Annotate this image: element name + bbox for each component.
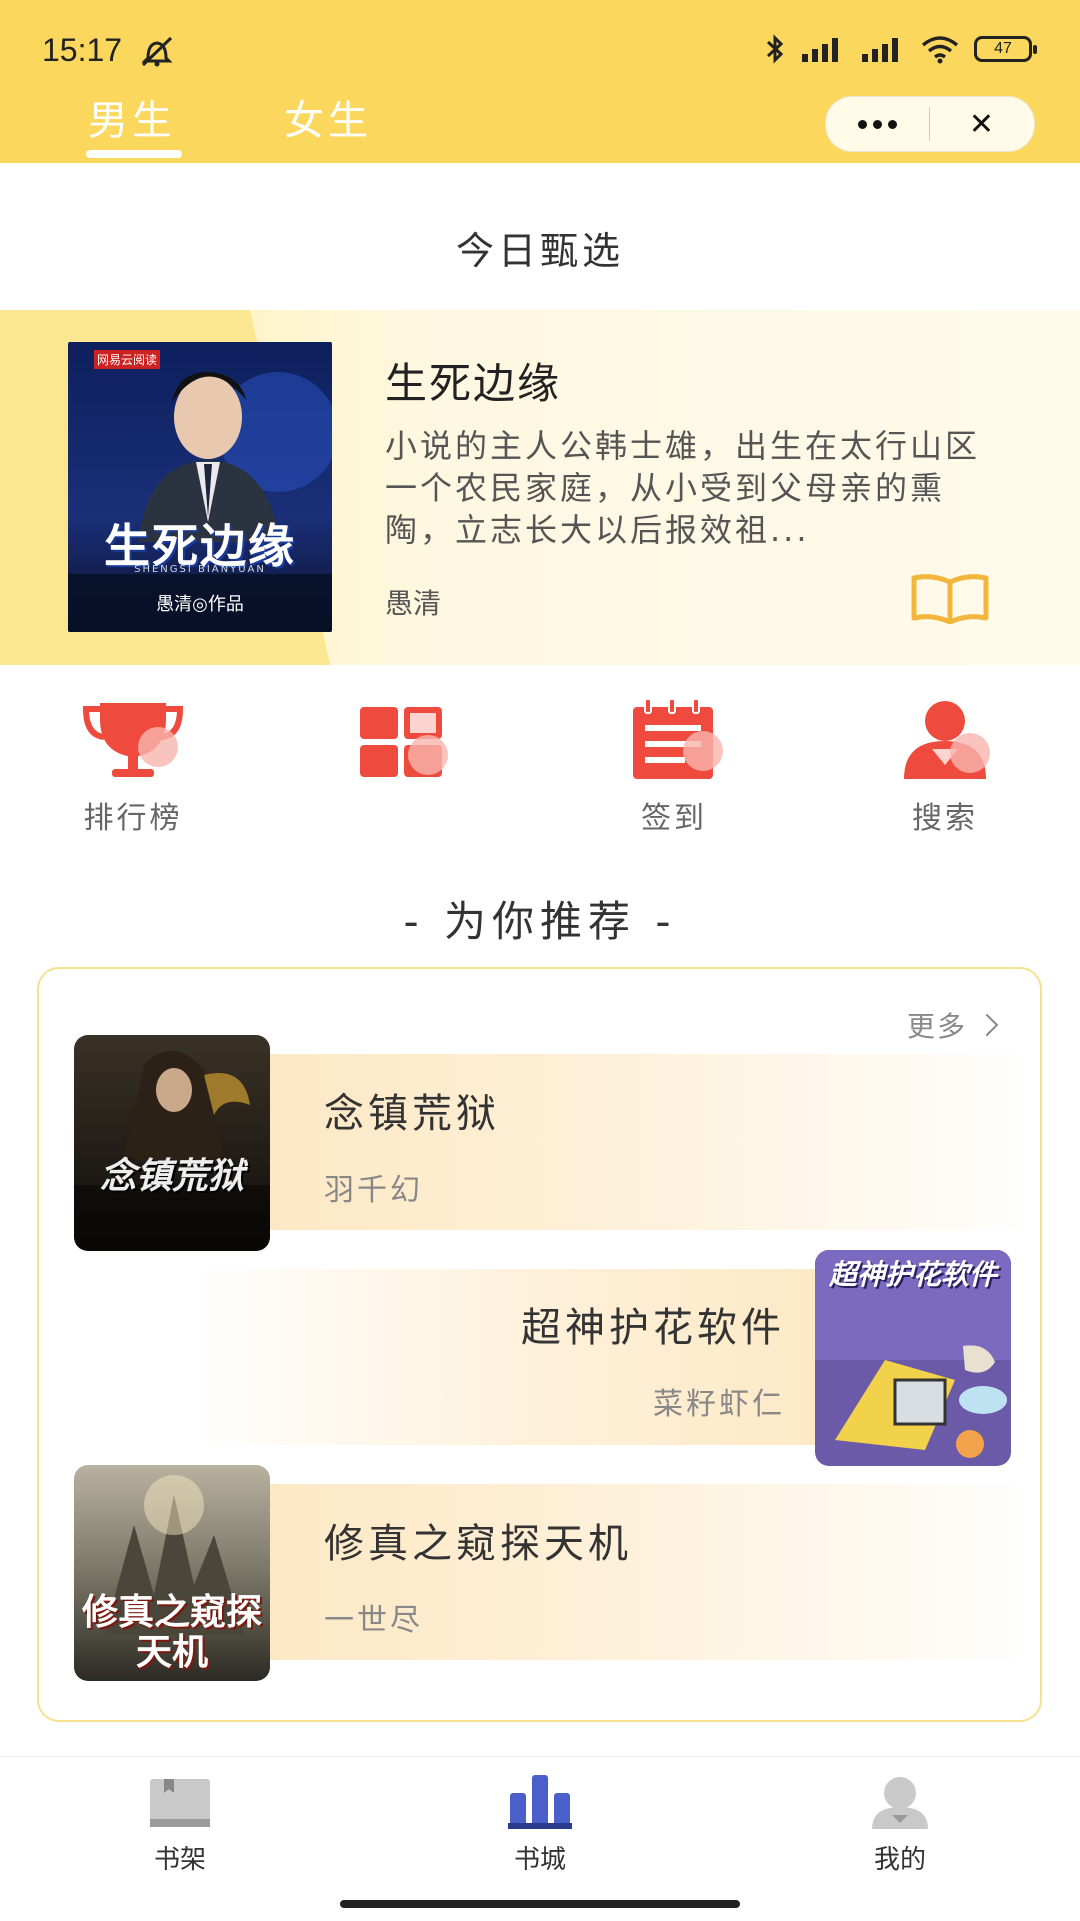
cover-subtitle: SHENGSI BIANYUAN	[134, 564, 266, 575]
bottom-nav: 书架 书城 我的	[0, 1756, 1080, 1921]
nav-bookstore[interactable]: 书城	[440, 1771, 640, 1876]
featured-book-author: 愚清	[385, 587, 442, 620]
tab-male[interactable]: 男生	[88, 88, 176, 146]
section-title-today: 今日甄选	[455, 229, 624, 273]
open-book-icon[interactable]	[910, 572, 990, 624]
top-header: 15:17 47 男生 女生 ✕	[0, 0, 1080, 163]
featured-book-title[interactable]: 生死边缘	[385, 350, 561, 411]
more-dots-icon[interactable]	[826, 119, 929, 129]
profile-icon	[872, 1777, 928, 1829]
quick-nav-label: 搜索	[912, 801, 978, 836]
cover-brand: 网易云阅读	[94, 350, 161, 369]
tab-female[interactable]: 女生	[284, 88, 372, 146]
featured-book-card[interactable]: 网易云阅读 生死边缘 SHENGSI BIANYUAN 愚清◎作品 生死边缘 小…	[0, 310, 1080, 665]
bluetooth-icon	[766, 34, 784, 64]
trophy-icon	[82, 703, 184, 777]
more-link[interactable]: 更多	[906, 1005, 999, 1045]
cover-text: 修真之窥探天机	[81, 1592, 262, 1673]
active-tab-indicator	[86, 150, 182, 158]
book-author-3: 一世尽	[324, 1603, 423, 1638]
wifi-icon	[921, 36, 959, 64]
nav-label: 书架	[153, 1845, 206, 1875]
featured-book-cover[interactable]: 网易云阅读 生死边缘 SHENGSI BIANYUAN 愚清◎作品	[68, 342, 332, 632]
mute-bell-icon	[141, 36, 173, 67]
home-indicator	[340, 1900, 740, 1908]
quick-nav-label: 签到	[641, 801, 707, 836]
more-label: 更多	[906, 1010, 967, 1043]
featured-book-description: 小说的主人公韩士雄，出生在太行山区一个农民家庭，从小受到父母亲的熏陶，立志长大以…	[385, 427, 981, 549]
signal-icon	[802, 38, 838, 62]
book-author-1: 羽千幻	[324, 1173, 423, 1208]
book-cover-1[interactable]: 念镇荒狱	[74, 1035, 270, 1251]
status-icons: 47	[764, 34, 1037, 64]
calendar-icon	[633, 698, 723, 779]
cover-text: 超神护花软件	[828, 1258, 997, 1291]
nav-profile[interactable]: 我的	[800, 1771, 1000, 1876]
status-time: 15:17	[42, 32, 123, 68]
book-cover-3[interactable]: 修真之窥探天机	[74, 1465, 270, 1681]
user-search-icon	[904, 701, 990, 779]
quick-nav: 排行榜 签到 搜索	[0, 695, 1080, 845]
quick-nav-label: 排行榜	[83, 801, 183, 836]
nav-label: 书城	[513, 1845, 566, 1875]
cover-text: 念镇荒狱	[99, 1156, 244, 1197]
miniprogram-capsule: ✕	[825, 96, 1035, 152]
nav-bookshelf[interactable]: 书架	[80, 1771, 280, 1876]
quick-nav-checkin[interactable]: 签到	[574, 695, 774, 836]
book-title-3[interactable]: 修真之窥探天机	[324, 1511, 632, 1569]
recommend-card: 更多 念镇荒狱 念镇荒狱 羽千幻 超神护花软件 超神护花软件 菜籽虾仁 修真之窥…	[37, 967, 1042, 1722]
book-title-1[interactable]: 念镇荒狱	[324, 1081, 500, 1139]
bookstore-icon	[508, 1775, 572, 1829]
book-cover-2[interactable]: 超神护花软件	[815, 1250, 1011, 1466]
signal-icon-2	[862, 38, 898, 62]
cover-author: 愚清◎作品	[156, 594, 244, 615]
category-grid-icon	[360, 707, 448, 777]
book-title-2[interactable]: 超神护花软件	[521, 1295, 785, 1353]
chevron-right-icon	[975, 1013, 999, 1037]
battery-indicator: 47	[974, 36, 1037, 62]
nav-label: 我的	[873, 1845, 926, 1875]
quick-nav-search[interactable]: 搜索	[845, 695, 1045, 836]
section-title-recommend: - 为你推荐 -	[403, 897, 677, 946]
quick-nav-category[interactable]	[303, 695, 503, 829]
bookshelf-icon	[150, 1779, 210, 1827]
quick-nav-label	[303, 793, 503, 829]
book-author-2: 菜籽虾仁	[653, 1387, 785, 1422]
quick-nav-ranking[interactable]: 排行榜	[33, 695, 233, 836]
close-button[interactable]: ✕	[930, 107, 1033, 142]
